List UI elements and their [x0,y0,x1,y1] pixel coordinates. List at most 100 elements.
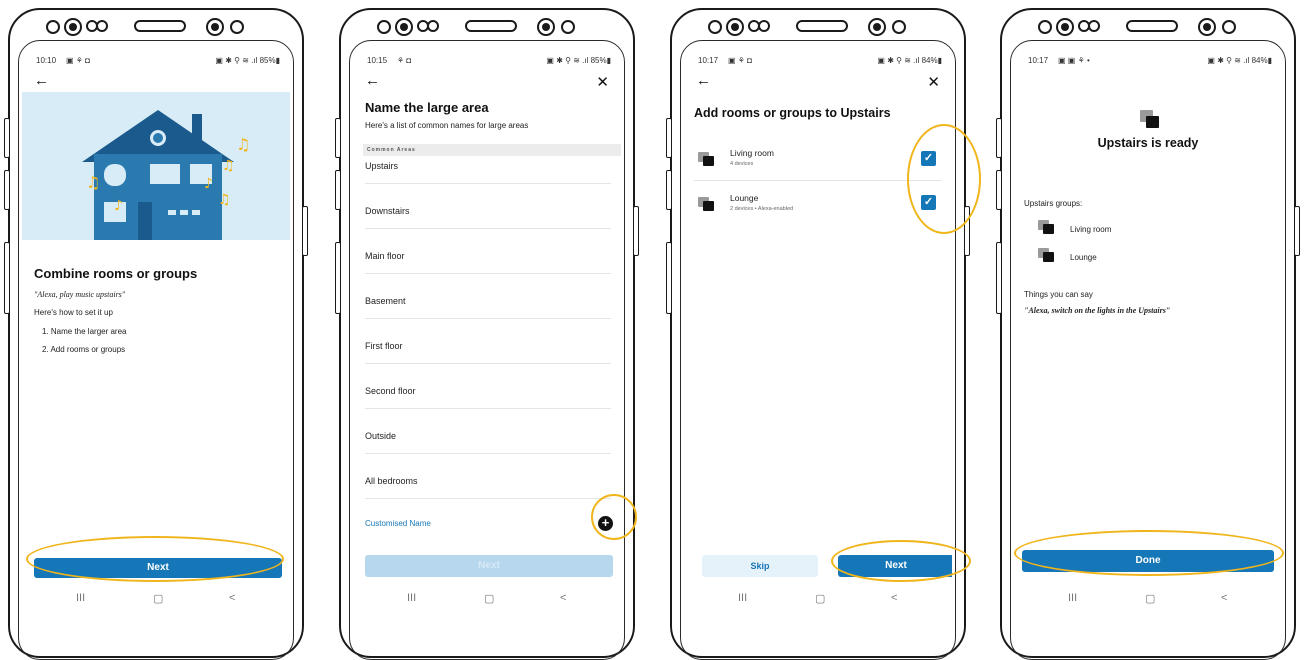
checkbox-checked-icon[interactable]: ✓ [921,195,936,210]
page-title: Add rooms or groups to Upstairs [694,106,891,120]
page-subtitle: Here's a list of common names for large … [365,121,529,130]
phone-1: 10:10 ▣ ⚘ ◘ ▣ ✱ ⚲ ≋ .ıl 85%▮ ← ♫ ♪ ♫ ♫ ♫… [4,8,308,660]
status-time: 10:17 [1028,56,1049,65]
back-arrow-icon[interactable]: ← [365,73,380,88]
list-item[interactable]: Upstairs [365,138,611,184]
list-item-label: First floor [365,341,403,351]
device-group-icon [1038,248,1054,262]
groups-label: Upstairs groups: [1024,199,1083,208]
add-icon[interactable]: + [598,516,613,531]
list-item-label: Downstairs [365,206,410,216]
howto-label: Here's how to set it up [34,308,113,317]
svg-text:♫: ♫ [218,192,231,208]
status-right: ▣ ✱ ⚲ ≋ .ıl 84%▮ [877,56,942,65]
house-illustration: ♫ ♪ ♫ ♫ ♫ ♪ [22,92,290,240]
svg-text:♪: ♪ [114,198,123,214]
phone-2: 10:15 ⚘ ◘ ▣ ✱ ⚲ ≋ .ıl 85%▮ ← ✕ Name the … [335,8,639,660]
list-item[interactable]: Outside [365,408,611,454]
side-button [666,170,672,210]
group-name: Living room [1070,225,1112,234]
side-button [335,242,341,314]
home-icon[interactable]: ▢ [815,592,825,605]
side-button [4,170,10,210]
list-item[interactable]: Main floor [365,228,611,274]
next-button[interactable]: Next [34,558,282,578]
svg-text:♫: ♫ [86,173,100,192]
recents-icon[interactable]: III [738,592,747,604]
list-item-label: Outside [365,431,397,441]
screen-combine-rooms: 10:10 ▣ ⚘ ◘ ▣ ✱ ⚲ ≋ .ıl 85%▮ ← ♫ ♪ ♫ ♫ ♫… [22,52,290,612]
phone-hardware [1002,18,1294,40]
phone-3: 10:17 ▣ ⚘ ◘ ▣ ✱ ⚲ ≋ .ıl 84%▮ ← ✕ Add roo… [666,8,970,660]
screen-add-groups: 10:17 ▣ ⚘ ◘ ▣ ✱ ⚲ ≋ .ıl 84%▮ ← ✕ Add roo… [684,52,952,612]
side-button [4,242,10,314]
done-button[interactable]: Done [1022,550,1274,572]
android-navbar: III ▢ < [353,592,621,610]
house-music-icon: ♫ ♪ ♫ ♫ ♫ ♪ [82,110,250,240]
group-detail: 2 devices • Alexa-enabled [730,206,794,212]
step-item: 1. Name the larger area [42,327,127,336]
status-icons: ⚘ ◘ [397,56,412,65]
list-item-label: Second floor [365,386,416,396]
svg-text:♫: ♫ [222,158,235,174]
side-button [335,118,341,158]
group-name: Living room [730,148,774,158]
status-icons: ▣ ▣ ⚘ • [1058,56,1090,65]
page-title: Name the large area [365,100,489,115]
recents-icon[interactable]: III [1068,592,1077,604]
home-icon[interactable]: ▢ [153,592,163,605]
side-button [964,206,970,256]
next-button-disabled[interactable]: Next [365,555,613,577]
home-icon[interactable]: ▢ [484,592,494,605]
svg-text:♪: ♪ [204,176,213,192]
phone-hardware [10,18,302,40]
example-quote: "Alexa, switch on the lights in the Upst… [1024,306,1171,315]
list-item[interactable]: Basement [365,273,611,319]
list-item[interactable]: Second floor [365,363,611,409]
back-arrow-icon[interactable]: ← [34,73,49,88]
android-navbar: III ▢ < [684,592,952,610]
side-button [666,118,672,158]
back-arrow-icon[interactable]: ← [696,73,711,88]
side-button [1294,206,1300,256]
side-button [302,206,308,256]
status-icons: ▣ ⚘ ◘ [66,56,91,65]
status-right: ▣ ✱ ⚲ ≋ .ıl 84%▮ [1207,56,1272,65]
side-button [335,170,341,210]
list-item[interactable]: All bedrooms [365,453,611,499]
group-row[interactable]: Lounge 2 devices • Alexa-enabled ✓ [694,189,942,225]
close-icon[interactable]: ✕ [927,75,940,90]
example-quote: "Alexa, play music upstairs" [34,290,126,299]
recents-icon[interactable]: III [76,592,85,604]
status-icons: ▣ ⚘ ◘ [728,56,753,65]
phone-4: 10:17 ▣ ▣ ⚘ • ▣ ✱ ⚲ ≋ .ıl 84%▮ Upstairs … [996,8,1300,660]
device-group-icon [1038,220,1054,234]
list-item[interactable]: Downstairs [365,183,611,229]
group-name: Lounge [1070,253,1097,262]
list-item-label: Main floor [365,251,405,261]
skip-button[interactable]: Skip [702,555,818,577]
svg-text:♫: ♫ [236,135,250,154]
checkbox-checked-icon[interactable]: ✓ [921,151,936,166]
side-button [4,118,10,158]
screen-upstairs-ready: 10:17 ▣ ▣ ⚘ • ▣ ✱ ⚲ ≋ .ıl 84%▮ Upstairs … [1014,52,1282,612]
next-button[interactable]: Next [838,555,952,577]
custom-name-link[interactable]: Customised Name [365,519,431,528]
list-item[interactable]: First floor [365,318,611,364]
device-group-icon [698,197,714,211]
home-icon[interactable]: ▢ [1145,592,1155,605]
status-time: 10:15 [367,56,388,65]
status-time: 10:17 [698,56,719,65]
status-bar: 10:17 ▣ ▣ ⚘ • ▣ ✱ ⚲ ≋ .ıl 84%▮ [1028,56,1272,68]
group-row[interactable]: Living room 4 devices ✓ [694,144,942,181]
side-button [633,206,639,256]
status-right: ▣ ✱ ⚲ ≋ .ıl 85%▮ [546,56,611,65]
android-navbar: III ▢ < [1014,592,1282,610]
nav-back-icon[interactable]: < [560,592,566,604]
nav-back-icon[interactable]: < [891,592,897,604]
phone-hardware [341,18,633,40]
nav-back-icon[interactable]: < [229,592,235,604]
close-icon[interactable]: ✕ [596,75,609,90]
nav-back-icon[interactable]: < [1221,592,1227,604]
recents-icon[interactable]: III [407,592,416,604]
